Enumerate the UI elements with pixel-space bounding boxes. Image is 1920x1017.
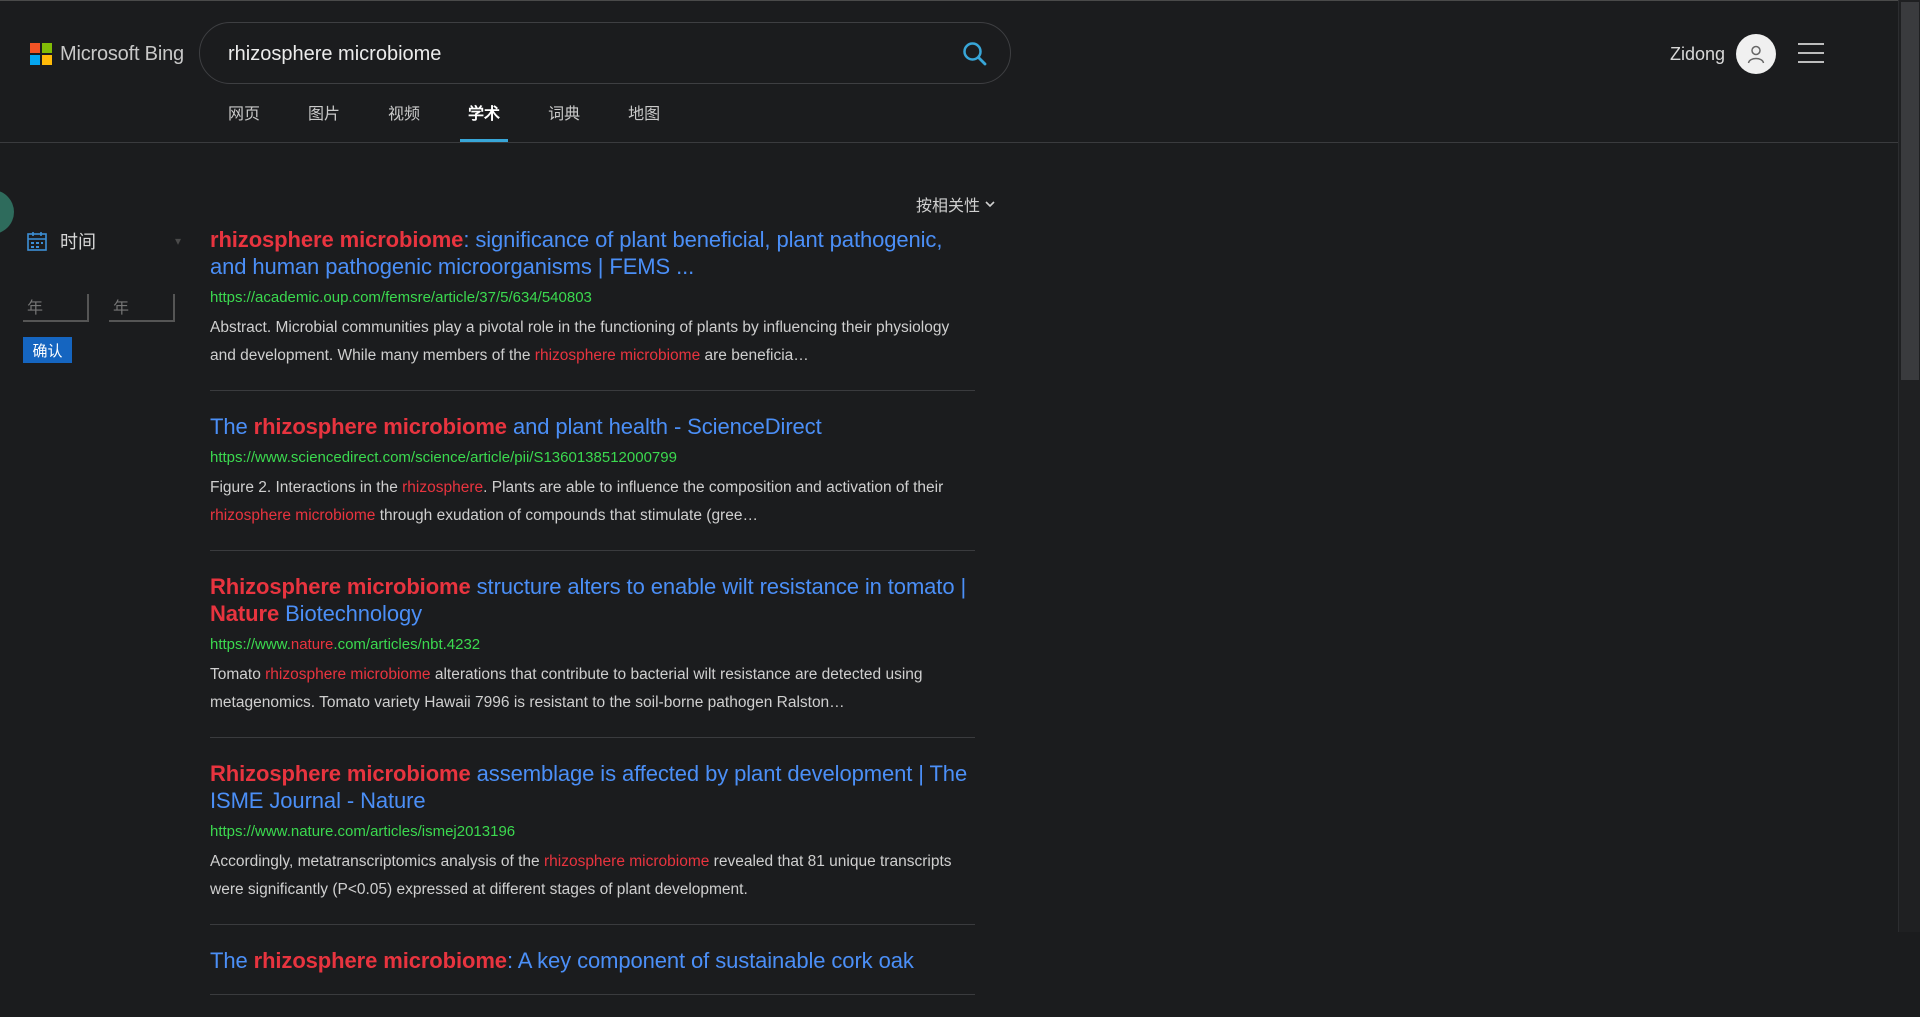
microsoft-logo-icon xyxy=(30,43,52,65)
result-snippet: Abstract. Microbial communities play a p… xyxy=(210,314,975,370)
side-widget[interactable] xyxy=(0,190,14,234)
result-title-link[interactable]: The rhizosphere microbiome and plant hea… xyxy=(210,413,975,440)
sort-label: 按相关性 xyxy=(916,196,981,215)
logo-square-green xyxy=(42,43,52,53)
result-url[interactable]: https://www.sciencedirect.com/science/ar… xyxy=(210,449,975,467)
snippet-text: through exudation of compounds that stim… xyxy=(375,507,758,524)
tab-3[interactable]: 学术 xyxy=(444,96,524,142)
title-highlight: Nature xyxy=(210,601,280,626)
logo-square-red xyxy=(30,43,40,53)
scrollbar[interactable] xyxy=(1898,0,1920,932)
snippet-text: Accordingly, metatranscriptomics analysi… xyxy=(210,853,544,870)
result-snippet: Figure 2. Interactions in the rhizospher… xyxy=(210,474,975,530)
avatar[interactable] xyxy=(1736,34,1777,74)
title-highlight: rhizosphere microbiome xyxy=(210,227,464,252)
result-title-link[interactable]: Rhizosphere microbiome assemblage is aff… xyxy=(210,760,975,814)
scrollbar-thumb[interactable] xyxy=(1901,2,1919,380)
title-text: and plant health - ScienceDirect xyxy=(506,414,822,439)
tab-1[interactable]: 图片 xyxy=(284,96,364,142)
search-icon xyxy=(963,42,987,66)
chevron-down-icon xyxy=(985,201,995,208)
snippet-text: are beneficia… xyxy=(700,347,809,364)
logo-square-blue xyxy=(30,55,40,65)
bing-logo[interactable]: Microsoft Bing xyxy=(30,42,184,66)
result-title-link[interactable]: rhizosphere microbiome: significance of … xyxy=(210,226,975,280)
title-text: structure alters to enable wilt resistan… xyxy=(470,574,967,599)
search-result: The rhizosphere microbiome and plant hea… xyxy=(210,413,975,551)
search-button[interactable] xyxy=(960,39,990,69)
result-title-link[interactable]: The rhizosphere microbiome: A key compon… xyxy=(210,947,975,974)
snippet-highlight: rhizosphere xyxy=(402,479,484,496)
title-text: The xyxy=(210,414,254,439)
tab-5[interactable]: 地图 xyxy=(604,96,684,142)
logo-text: Microsoft Bing xyxy=(60,42,184,65)
search-input[interactable] xyxy=(226,37,930,71)
search-result: The rhizosphere microbiome: A key compon… xyxy=(210,947,975,995)
calendar-icon xyxy=(27,232,47,251)
title-highlight: Rhizosphere microbiome xyxy=(210,761,471,786)
url-text: .com/articles/nbt.4232 xyxy=(333,636,481,653)
url-text: https://www.nature.com/articles/ismej201… xyxy=(210,823,516,840)
menu-line xyxy=(1798,43,1824,45)
result-url[interactable]: https://www.nature.com/articles/nbt.4232 xyxy=(210,636,975,654)
user-name: Zidong xyxy=(1670,43,1726,64)
title-text: Biotechnology xyxy=(279,601,423,626)
result-snippet: Tomato rhizosphere microbiome alteration… xyxy=(210,661,975,717)
url-text: https://www. xyxy=(210,636,291,653)
search-box xyxy=(199,22,1011,84)
title-highlight: Rhizosphere microbiome xyxy=(210,574,471,599)
snippet-highlight: rhizosphere microbiome xyxy=(210,507,376,524)
user-icon xyxy=(1747,45,1765,64)
menu-line xyxy=(1798,61,1824,63)
title-highlight: rhizosphere microbiome xyxy=(253,414,507,439)
user-account[interactable]: Zidong xyxy=(1670,34,1777,74)
sort-dropdown[interactable]: 按相关性 xyxy=(916,192,996,216)
title-text: The xyxy=(210,948,254,973)
results-list: rhizosphere microbiome: significance of … xyxy=(210,226,975,1017)
time-filter[interactable]: 时间 ▾ xyxy=(26,226,181,256)
snippet-highlight: rhizosphere microbiome xyxy=(534,347,701,364)
snippet-highlight: rhizosphere microbiome xyxy=(543,853,710,870)
menu-line xyxy=(1798,52,1824,54)
year-from-input[interactable] xyxy=(23,294,89,322)
search-result: Rhizosphere microbiome assemblage is aff… xyxy=(210,760,975,925)
confirm-button[interactable]: 确认 xyxy=(23,337,72,363)
search-result: Rhizosphere microbiome structure alters … xyxy=(210,573,975,738)
year-to-input[interactable] xyxy=(109,294,175,322)
header: Microsoft Bing Zidong 网页图片视频学术词典地图 xyxy=(0,0,1898,143)
snippet-text: . Plants are able to influence the compo… xyxy=(483,479,944,496)
logo-square-yellow xyxy=(42,55,52,65)
url-text: https://www.sciencedirect.com/science/ar… xyxy=(210,449,677,466)
title-text: : A key component of sustainable cork oa… xyxy=(506,948,914,973)
menu-hamburger-icon[interactable] xyxy=(1798,43,1824,65)
search-tabs: 网页 图片 视频 学术 词典 地图 xyxy=(204,96,684,142)
title-highlight: rhizosphere microbiome xyxy=(253,948,507,973)
result-snippet: Accordingly, metatranscriptomics analysi… xyxy=(210,848,975,904)
snippet-text: Tomato xyxy=(210,666,266,683)
snippet-text: Figure 2. Interactions in the xyxy=(210,479,403,496)
search-result: rhizosphere microbiome: significance of … xyxy=(210,226,975,391)
result-url[interactable]: https://www.nature.com/articles/ismej201… xyxy=(210,823,975,841)
tab-2[interactable]: 视频 xyxy=(364,96,444,142)
result-url[interactable]: https://academic.oup.com/femsre/article/… xyxy=(210,289,975,307)
snippet-highlight: rhizosphere microbiome xyxy=(265,666,431,683)
result-title-link[interactable]: Rhizosphere microbiome structure alters … xyxy=(210,573,975,627)
time-filter-label: 时间 xyxy=(60,232,96,253)
url-highlight: nature xyxy=(290,636,334,653)
tab-0[interactable]: 网页 xyxy=(204,96,284,142)
chevron-down-icon: ▾ xyxy=(174,234,181,248)
url-text: https://academic.oup.com/femsre/article/… xyxy=(210,289,592,306)
tab-4[interactable]: 词典 xyxy=(524,96,604,142)
